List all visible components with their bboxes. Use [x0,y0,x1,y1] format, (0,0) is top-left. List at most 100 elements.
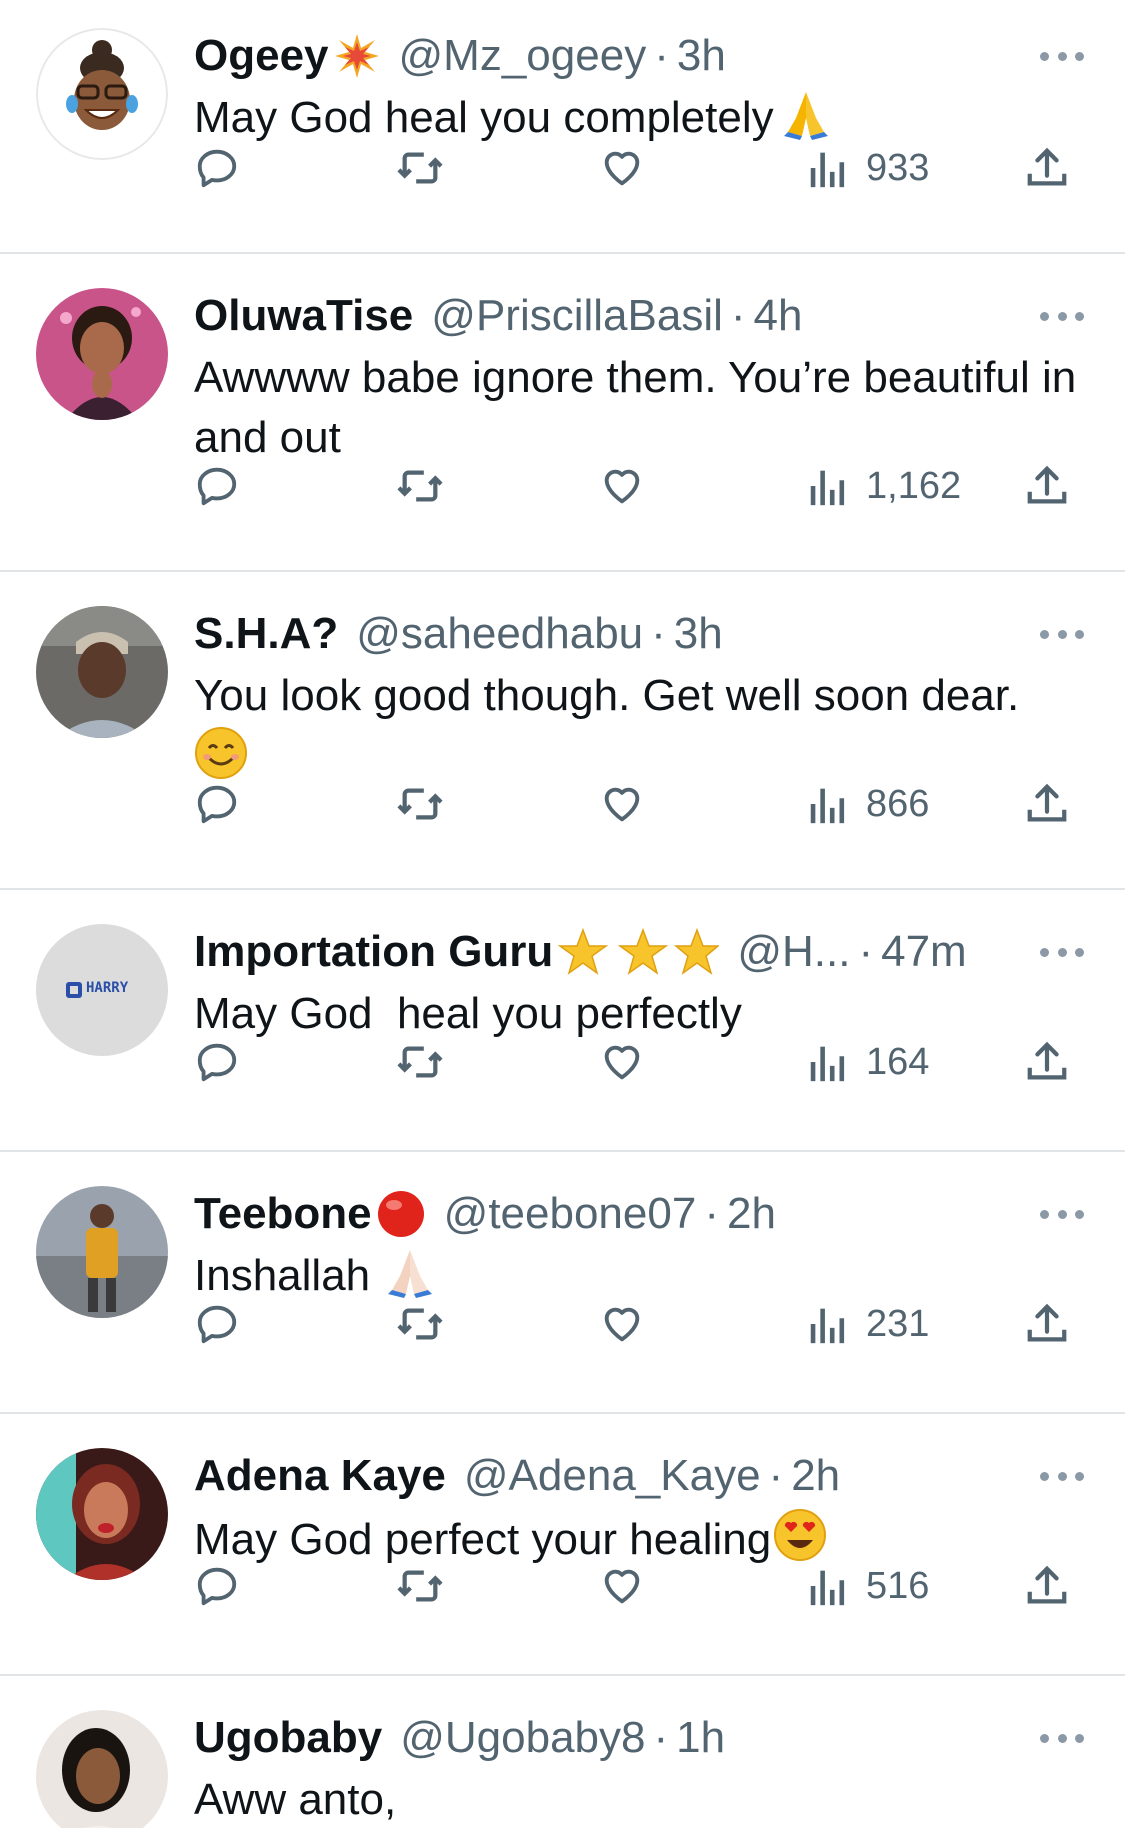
reply-tweet[interactable]: Ugobaby @Ugobaby8 · 1h Aww anto, [0,1710,1125,1828]
tweet-header: Importation Guru @H... · 47m [194,924,967,980]
reply-button[interactable] [194,1556,240,1616]
user-handle[interactable]: @Adena_Kaye [464,1448,761,1504]
share-icon [1027,783,1067,822]
reply-button[interactable] [194,1294,240,1354]
views-count: 866 [866,782,930,825]
avatar[interactable] [36,606,168,738]
retweet-button[interactable] [394,774,446,834]
display-name[interactable]: Teebone [194,1186,372,1242]
avatar-image [36,1710,168,1828]
like-button[interactable] [598,138,646,198]
timestamp[interactable]: 1h [676,1710,725,1766]
like-button[interactable] [598,1032,646,1092]
reply-button[interactable] [194,1032,240,1092]
red-circle-icon [376,1189,426,1239]
timestamp[interactable]: 2h [727,1186,776,1242]
avatar-logo-text: HARRY [86,980,129,996]
views-button[interactable]: 866 [808,774,929,834]
share-icon [1027,465,1067,504]
share-button[interactable] [1024,1556,1070,1616]
timestamp[interactable]: 47m [881,924,967,980]
heart-icon [604,151,640,186]
timestamp[interactable]: 2h [791,1448,840,1504]
share-button[interactable] [1024,456,1070,516]
more-icon[interactable] [1040,48,1084,64]
more-icon[interactable] [1040,308,1084,324]
share-button[interactable] [1024,1294,1070,1354]
user-handle[interactable]: @PriscillaBasil [431,288,723,344]
separator: · [768,1451,784,1500]
reply-button[interactable] [194,138,240,198]
more-icon[interactable] [1040,1730,1084,1746]
views-button[interactable]: 231 [808,1294,929,1354]
display-name[interactable]: OluwaTise [194,288,413,344]
reply-tweet[interactable]: Ogeey @Mz_ogeey · 3h May God heal you co… [0,28,1125,218]
reply-button[interactable] [194,774,240,834]
reply-tweet[interactable]: Adena Kaye @Adena_Kaye · 2h May God perf… [0,1448,1125,1638]
separator: · [651,609,666,658]
retweet-button[interactable] [394,1032,446,1092]
share-icon [1027,1303,1067,1342]
timestamp[interactable]: 3h [677,28,726,84]
tweet-actions: 1,162 [0,456,1125,516]
views-button[interactable]: 164 [808,1032,929,1092]
reply-tweet[interactable]: S.H.A? @saheedhabu · 3h You look good th… [0,606,1125,856]
separator: · [858,927,874,976]
like-button[interactable] [598,1294,646,1354]
views-button[interactable]: 933 [808,138,929,198]
retweet-button[interactable] [394,1294,446,1354]
display-name[interactable]: S.H.A? [194,606,338,662]
user-handle[interactable]: @teebone07 [444,1186,697,1242]
separator: · [704,1189,719,1238]
reply-icon [197,1305,237,1344]
replies-feed: Ogeey @Mz_ogeey · 3h May God heal you co… [0,0,1125,1828]
share-icon [1027,1565,1067,1604]
tweet-actions: 866 [0,774,1125,834]
reply-button[interactable] [194,456,240,516]
retweet-button[interactable] [394,456,446,516]
avatar[interactable] [36,1710,168,1828]
glowing-star-icon [557,926,720,978]
reply-icon [197,785,237,824]
views-button[interactable]: 1,162 [808,456,961,516]
views-icon [810,1046,845,1082]
display-name[interactable]: Importation Guru [194,924,553,980]
more-icon[interactable] [1040,626,1084,642]
like-button[interactable] [598,456,646,516]
user-handle[interactable]: @H... [737,924,850,980]
views-icon [810,152,845,188]
avatar[interactable] [36,288,168,420]
more-icon[interactable] [1040,1468,1084,1484]
share-button[interactable] [1024,774,1070,834]
like-button[interactable] [598,774,646,834]
tweet-text-content: May God heal you completely [194,93,774,142]
more-icon[interactable] [1040,944,1084,960]
tweet-text-content: May God heal you perfectly [194,989,742,1038]
display-name[interactable]: Ugobaby [194,1710,382,1766]
user-handle[interactable]: @Ugobaby8 [400,1710,645,1766]
timestamp[interactable]: 4h [754,288,803,344]
user-handle[interactable]: @saheedhabu [356,606,643,662]
share-icon [1027,1041,1067,1080]
divider [0,1674,1125,1676]
retweet-button[interactable] [394,138,446,198]
retweet-icon [397,470,443,502]
heart-icon [604,1307,640,1342]
views-icon [810,1308,845,1344]
reply-tweet[interactable]: HARRY Importation Guru @H... · 47m May G… [0,924,1125,1114]
share-button[interactable] [1024,138,1070,198]
timestamp[interactable]: 3h [674,606,723,662]
display-name[interactable]: Ogeey [194,28,329,84]
views-button[interactable]: 516 [808,1556,929,1616]
tweet-header: Ogeey @Mz_ogeey · 3h [194,28,726,84]
retweet-button[interactable] [394,1556,446,1616]
display-name[interactable]: Adena Kaye [194,1448,446,1504]
reply-icon [197,1043,237,1082]
more-icon[interactable] [1040,1206,1084,1222]
user-handle[interactable]: @Mz_ogeey [399,28,647,84]
retweet-icon [397,152,443,184]
reply-tweet[interactable]: OluwaTise @PriscillaBasil · 4h Awwww bab… [0,288,1125,538]
like-button[interactable] [598,1556,646,1616]
share-button[interactable] [1024,1032,1070,1092]
reply-tweet[interactable]: Teebone @teebone07 · 2h Inshallah 231 [0,1186,1125,1376]
